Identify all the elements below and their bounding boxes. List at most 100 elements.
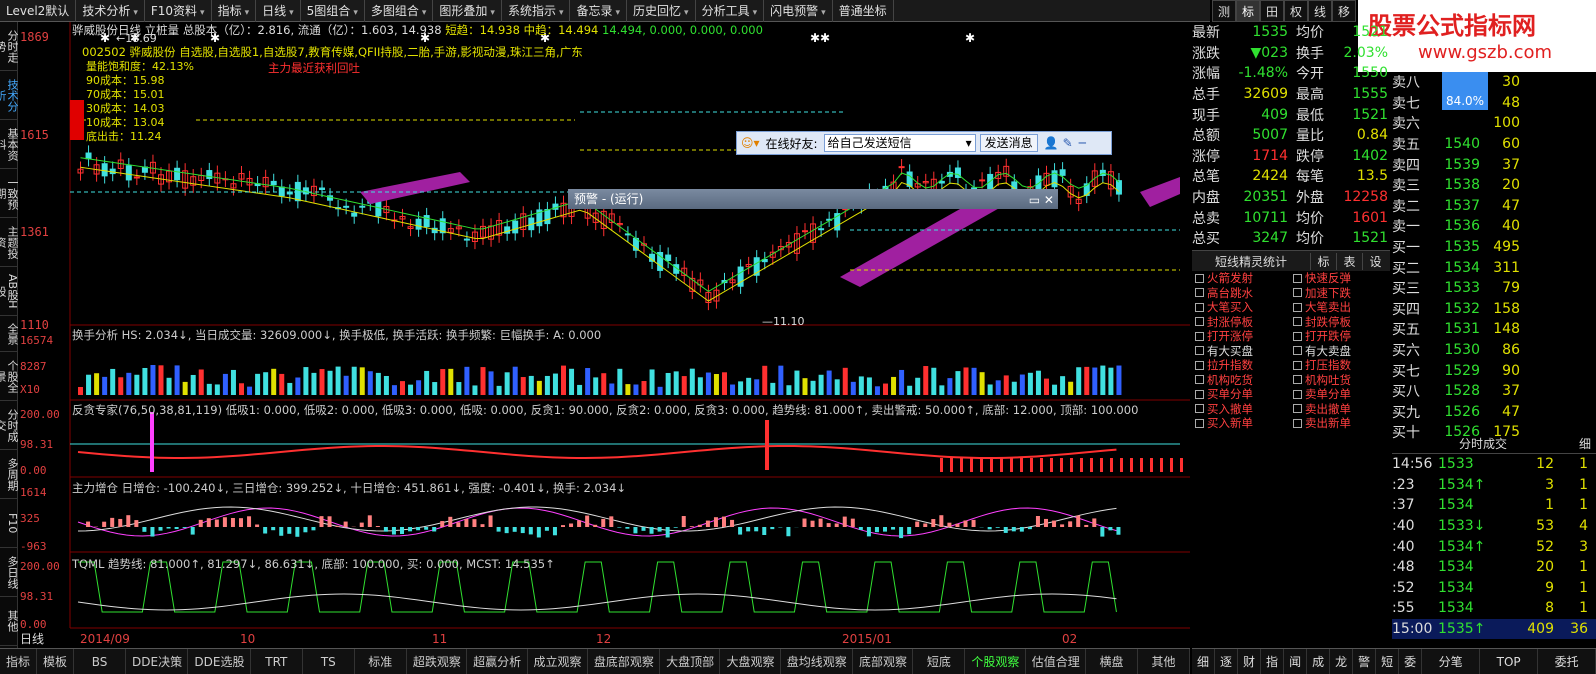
toolbar-item-7[interactable]: 图形叠加 — [433, 0, 502, 22]
time-sales-detail-tab[interactable]: 细 — [1574, 435, 1596, 452]
bottom-tab-7[interactable]: 标准 — [355, 649, 407, 674]
checkbox[interactable] — [1195, 302, 1204, 312]
sprite-item[interactable]: 封跌停板 — [1290, 315, 1388, 330]
sprite-item[interactable]: 拉升指数 — [1192, 358, 1290, 373]
checkbox[interactable] — [1293, 331, 1302, 341]
sprite-item[interactable]: 打开涨停 — [1192, 329, 1290, 344]
send-message-button[interactable]: 发送消息 — [979, 134, 1038, 152]
sprite-item[interactable]: 机构吃货 — [1192, 373, 1290, 388]
checkbox[interactable] — [1195, 375, 1204, 385]
sprite-item[interactable]: 加速下跌 — [1290, 286, 1388, 301]
toolbar-item-5[interactable]: 5图组合 — [301, 0, 365, 22]
checkbox[interactable] — [1293, 375, 1302, 385]
bottom-tab-12[interactable]: 大盘顶部 — [660, 649, 721, 674]
right-bottom-tab-3[interactable]: 指 — [1261, 649, 1285, 674]
right-bottom-tab-10[interactable]: 分笔 — [1422, 649, 1481, 674]
right-bottom-tab-6[interactable]: 龙 — [1330, 649, 1354, 674]
right-tab-2[interactable]: 田 — [1260, 0, 1284, 22]
right-tab-1[interactable]: 标 — [1236, 0, 1260, 22]
recipient-select[interactable]: 给自己发送短信 ▾ — [823, 134, 976, 152]
smiley-icon[interactable]: ☺▾ — [741, 136, 760, 150]
bottom-tab-1[interactable]: 模板 — [37, 649, 75, 674]
sprite-item[interactable]: 封涨停板 — [1192, 315, 1290, 330]
toolbar-item-6[interactable]: 多图组合 — [365, 0, 434, 22]
checkbox[interactable] — [1293, 418, 1302, 428]
right-tab-4[interactable]: 线 — [1308, 0, 1332, 22]
checkbox[interactable] — [1293, 273, 1302, 283]
sprite-item[interactable]: 火箭发射 — [1192, 271, 1290, 286]
checkbox[interactable] — [1195, 346, 1204, 356]
bottom-tab-14[interactable]: 盘均线观察 — [781, 649, 853, 674]
checkbox[interactable] — [1195, 360, 1204, 370]
warning-window-titlebar[interactable]: 预警 - (运行) ▭ ✕ — [568, 189, 1058, 209]
bottom-tab-2[interactable]: BS — [74, 649, 127, 674]
sprite-item[interactable]: 有大买盘 — [1192, 344, 1290, 359]
right-bottom-tab-11[interactable]: TOP — [1480, 649, 1539, 674]
bottom-tab-20[interactable]: 其他 — [1138, 649, 1191, 674]
bottom-tab-10[interactable]: 成立观察 — [528, 649, 588, 674]
right-tab-5[interactable]: 移 — [1332, 0, 1356, 22]
toolbar-item-4[interactable]: 日线 — [256, 0, 301, 22]
bottom-tab-16[interactable]: 短底 — [913, 649, 966, 674]
checkbox[interactable] — [1195, 288, 1204, 298]
checkbox[interactable] — [1195, 273, 1204, 283]
sprite-item[interactable]: 机构吐货 — [1290, 373, 1388, 388]
time-sales-title[interactable]: 分时成交 — [1392, 435, 1574, 452]
edit-icon[interactable]: ✎ — [1063, 136, 1073, 150]
right-bottom-tab-4[interactable]: 闻 — [1284, 649, 1308, 674]
bottom-tab-9[interactable]: 超赢分析 — [467, 649, 528, 674]
sprite-item[interactable]: 大笔买入 — [1192, 300, 1290, 315]
checkbox[interactable] — [1195, 404, 1204, 414]
toolbar-item-9[interactable]: 备忘录 — [570, 0, 628, 22]
checkbox[interactable] — [1195, 317, 1204, 327]
bottom-tab-5[interactable]: TRT — [251, 649, 303, 674]
toolbar-item-1[interactable]: 技术分析 — [76, 0, 145, 22]
sprite-tab-2[interactable]: 设 — [1362, 252, 1388, 270]
indicator-name[interactable]: 立桩量 — [145, 23, 180, 37]
toolbar-item-12[interactable]: 闪电预警 — [764, 0, 833, 22]
bottom-tab-6[interactable]: TS — [303, 649, 355, 674]
bottom-tab-3[interactable]: DDE决策 — [126, 649, 189, 674]
checkbox[interactable] — [1293, 404, 1302, 414]
bottom-tab-19[interactable]: 横盘 — [1086, 649, 1139, 674]
right-bottom-tab-12[interactable]: 委托 — [1538, 649, 1596, 674]
sprite-item[interactable]: 买入新单 — [1192, 416, 1290, 431]
bottom-tab-11[interactable]: 盘底部观察 — [588, 649, 661, 674]
bottom-tab-0[interactable]: 指标 — [0, 649, 38, 674]
sprite-item[interactable]: 买单分单 — [1192, 387, 1290, 402]
minimize-icon[interactable]: ─ — [1079, 136, 1086, 150]
bottom-tab-13[interactable]: 大盘观察 — [720, 649, 781, 674]
toolbar-item-13[interactable]: 普通坐标 — [833, 0, 894, 22]
checkbox[interactable] — [1195, 418, 1204, 428]
sprite-item[interactable]: 卖单分单 — [1290, 387, 1388, 402]
bottom-tab-4[interactable]: DDE选股 — [188, 649, 251, 674]
bottom-tab-18[interactable]: 估值合理 — [1026, 649, 1087, 674]
toolbar-item-2[interactable]: F10资料 — [145, 0, 212, 22]
right-bottom-tab-8[interactable]: 短 — [1376, 649, 1400, 674]
sprite-item[interactable]: 大笔卖出 — [1290, 300, 1388, 315]
close-icon[interactable]: ▭ ✕ — [1029, 190, 1054, 210]
bottom-tab-8[interactable]: 超跌观察 — [407, 649, 468, 674]
right-bottom-tab-1[interactable]: 逐 — [1215, 649, 1239, 674]
sprite-item[interactable]: 有大卖盘 — [1290, 344, 1388, 359]
checkbox[interactable] — [1293, 346, 1302, 356]
checkbox[interactable] — [1195, 389, 1204, 399]
sprite-item[interactable]: 高台跳水 — [1192, 286, 1290, 301]
right-bottom-tab-9[interactable]: 委 — [1399, 649, 1423, 674]
right-bottom-tab-0[interactable]: 细 — [1192, 649, 1216, 674]
checkbox[interactable] — [1293, 317, 1302, 327]
sprite-item[interactable]: 买入撤单 — [1192, 402, 1290, 417]
sprite-item[interactable]: 卖出撤单 — [1290, 402, 1388, 417]
toolbar-item-3[interactable]: 指标 — [212, 0, 257, 22]
right-bottom-tab-2[interactable]: 财 — [1238, 649, 1262, 674]
right-tab-3[interactable]: 权 — [1284, 0, 1308, 22]
right-tab-0[interactable]: 测 — [1212, 0, 1236, 22]
checkbox[interactable] — [1293, 288, 1302, 298]
toolbar-item-11[interactable]: 分析工具 — [696, 0, 765, 22]
right-bottom-tab-7[interactable]: 警 — [1353, 649, 1377, 674]
stock-name[interactable]: 骅威股份日线 — [72, 23, 141, 37]
right-bottom-tab-5[interactable]: 成 — [1307, 649, 1331, 674]
checkbox[interactable] — [1195, 331, 1204, 341]
sprite-item[interactable]: 打开跌停 — [1290, 329, 1388, 344]
bottom-tab-15[interactable]: 底部观察 — [853, 649, 914, 674]
